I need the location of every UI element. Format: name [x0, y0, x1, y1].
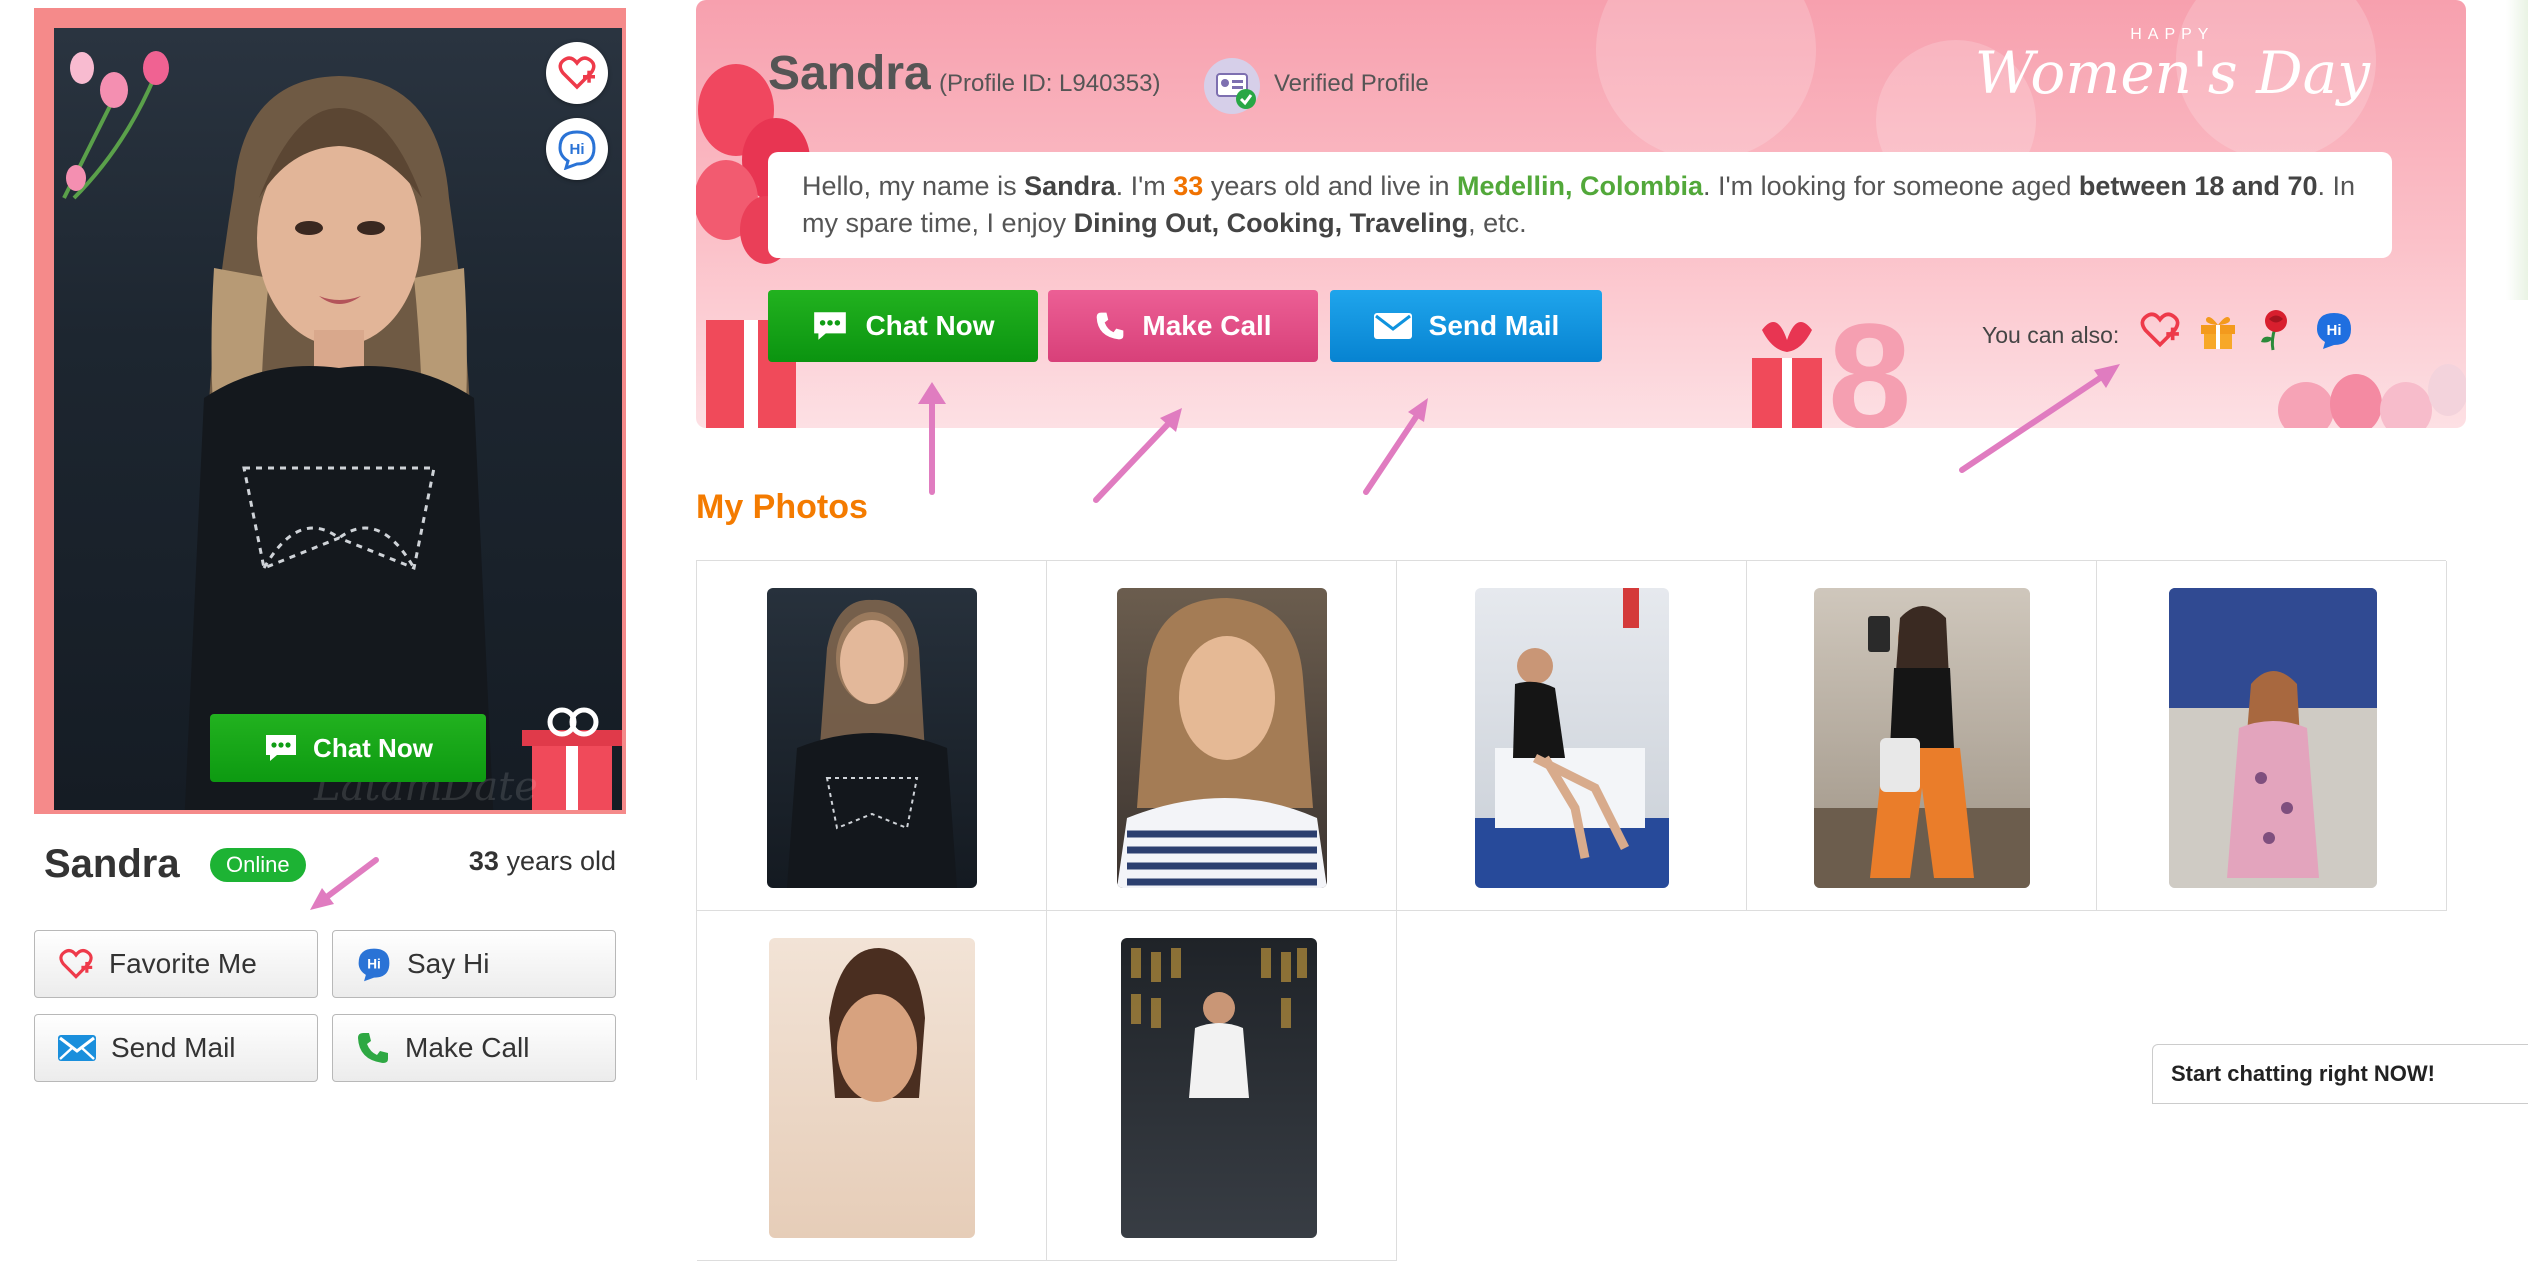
send-rose-action[interactable]	[2252, 306, 2300, 354]
say-hi-label: Say Hi	[407, 948, 490, 979]
bio-age-range: between 18 and 70	[2078, 171, 2318, 201]
photo-thumbnail[interactable]	[1814, 588, 2030, 888]
bio-age: 33	[1173, 171, 1204, 201]
verified-id-icon	[1204, 58, 1260, 114]
heart-plus-icon	[2140, 312, 2180, 348]
send-mail-action-button[interactable]: Send Mail	[1330, 290, 1602, 362]
send-mail-action-label: Send Mail	[1428, 310, 1560, 341]
photo-grid	[696, 560, 2447, 1261]
my-photos-heading: My Photos	[696, 488, 868, 526]
photo-cell	[697, 911, 1047, 1261]
svg-text:Hi: Hi	[367, 957, 381, 972]
bio-hobbies: Dining Out, Cooking, Traveling	[1073, 208, 1469, 238]
womens-day-title: Women's Day	[1974, 39, 2370, 107]
favorite-me-button[interactable]: Favorite Me	[34, 930, 318, 998]
heart-plus-icon	[59, 949, 93, 979]
photo-cell	[697, 561, 1047, 911]
photo-cell	[1397, 561, 1747, 911]
send-mail-button[interactable]: Send Mail	[34, 1014, 318, 1082]
hi-bubble-icon: Hi	[358, 948, 390, 982]
main-profile-photo[interactable]: Hi LatamDate Chat Now	[54, 28, 622, 810]
main-photo-frame: Hi LatamDate Chat Now	[34, 8, 626, 814]
photo-thumbnail[interactable]	[767, 588, 977, 888]
chat-bubble-icon	[266, 735, 297, 761]
photo-chat-now-button[interactable]: Chat Now	[210, 714, 486, 782]
arrow-to-make-call	[1093, 419, 1173, 503]
bio-name: Sandra	[1024, 171, 1116, 201]
favorite-me-label: Favorite Me	[109, 948, 257, 979]
make-call-action-button[interactable]: Make Call	[1048, 290, 1318, 362]
say-hi-round-button[interactable]: Hi	[546, 118, 608, 180]
envelope-icon	[1373, 313, 1412, 339]
chat-now-button[interactable]: Chat Now	[768, 290, 1038, 362]
online-status-badge: Online	[210, 848, 306, 882]
say-hi-action[interactable]: Hi	[2310, 306, 2358, 354]
balloons-bottom-decoration	[2278, 364, 2466, 428]
bio-text: Hello, my name is	[802, 171, 1025, 201]
photo-thumbnail[interactable]	[1475, 588, 1669, 888]
chat-bubble-icon	[814, 312, 847, 340]
hi-bubble-icon: Hi	[558, 130, 596, 170]
tulips-decoration	[62, 51, 169, 200]
bio-text: years old and live in	[1203, 171, 1457, 201]
profile-name-left: Sandra	[44, 842, 180, 886]
svg-text:8: 8	[1828, 300, 1911, 428]
age-suffix: years old	[498, 846, 616, 876]
phone-icon	[358, 1033, 388, 1063]
svg-text:Hi: Hi	[2327, 322, 2342, 339]
heart-plus-icon	[558, 56, 596, 90]
phone-icon	[1097, 312, 1124, 340]
age-number: 33	[468, 846, 499, 876]
photo-cell	[2097, 561, 2447, 911]
photo-chat-now-label: Chat Now	[313, 732, 433, 763]
age-label: 33 years old	[469, 846, 616, 877]
send-gift-action[interactable]	[2194, 306, 2242, 354]
make-call-action-label: Make Call	[1142, 310, 1272, 341]
verified-profile-label: Verified Profile	[1274, 70, 1429, 97]
envelope-icon	[58, 1035, 96, 1061]
photo-thumbnail[interactable]	[2169, 588, 2377, 888]
woman-portrait-illustration	[184, 76, 494, 810]
photo-thumbnail[interactable]	[1121, 938, 1317, 1238]
chat-invite-popup[interactable]: Start chatting right NOW!	[2152, 1044, 2528, 1104]
favorite-heart-action[interactable]	[2136, 306, 2184, 354]
say-hi-button[interactable]: Hi Say Hi	[332, 930, 616, 998]
photo-cell	[1747, 561, 2097, 911]
bio-location: Medellin, Colombia	[1456, 171, 1703, 201]
bio-text: . I'm looking for someone aged	[1703, 171, 2079, 201]
chat-now-label: Chat Now	[865, 310, 995, 341]
make-call-button[interactable]: Make Call	[332, 1014, 616, 1082]
profile-header-banner: Sandra (Profile ID: L940353) Verified Pr…	[696, 0, 2466, 428]
favorite-round-button[interactable]	[546, 42, 608, 104]
profile-name: Sandra	[768, 47, 931, 100]
svg-text:Hi: Hi	[570, 141, 585, 158]
profile-bio: Hello, my name is Sandra. I'm 33 years o…	[768, 152, 2392, 258]
womens-day-banner: HAPPY Women's Day	[1975, 26, 2370, 102]
bio-text: . I'm	[1115, 171, 1174, 201]
photo-cell	[1047, 561, 1397, 911]
gift-icon	[2201, 317, 2235, 349]
photo-thumbnail[interactable]	[1117, 588, 1327, 888]
profile-id: (Profile ID: L940353)	[939, 70, 1161, 97]
background-strip	[2506, 0, 2528, 300]
bokeh-decoration	[1596, 0, 1816, 160]
photo-thumbnail[interactable]	[769, 938, 975, 1238]
you-can-also-label: You can also:	[1982, 322, 2120, 348]
photo-cell	[1047, 911, 1397, 1261]
gifts-number-eight-decoration: 8	[1752, 300, 1911, 428]
arrow-to-online-badge	[325, 857, 379, 899]
make-call-label: Make Call	[405, 1032, 530, 1063]
empty-photo-cell	[1397, 911, 1747, 1261]
bio-text: , etc.	[1468, 208, 1527, 238]
hi-bubble-icon: Hi	[2317, 313, 2351, 349]
send-mail-label: Send Mail	[111, 1032, 236, 1063]
rose-icon	[2261, 310, 2287, 351]
